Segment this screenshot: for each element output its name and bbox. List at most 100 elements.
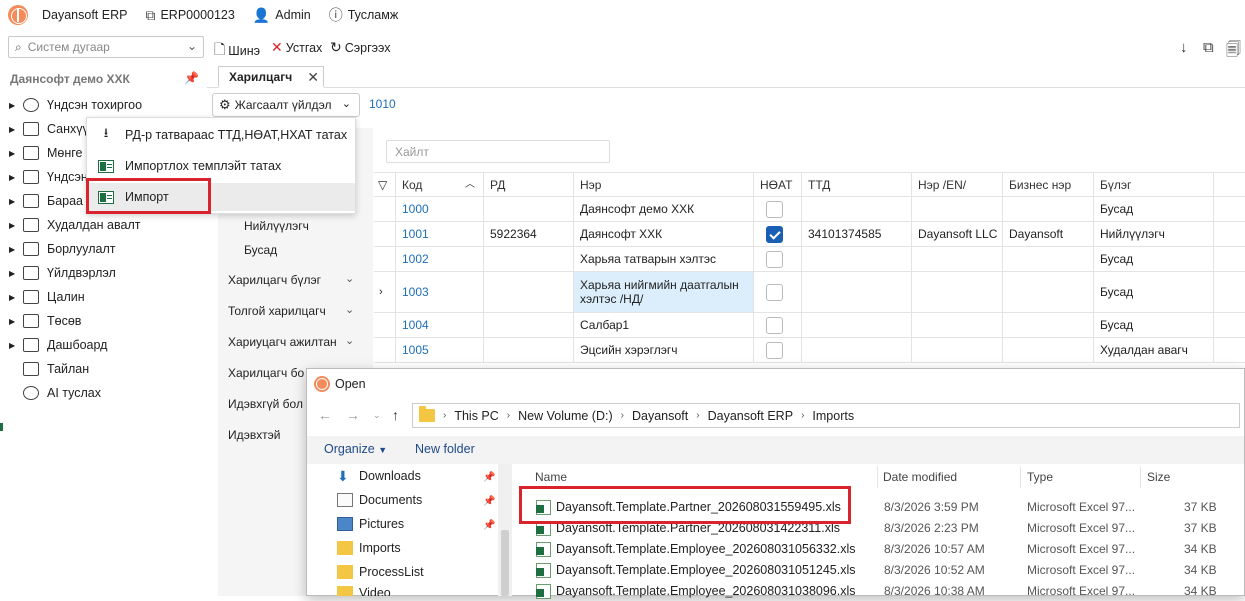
cell-code[interactable]: 1003	[396, 272, 484, 312]
sidebar-item-production[interactable]: ▶ Үйлдвэрлэл	[0, 262, 116, 284]
expand-arrow-icon[interactable]: ▶	[9, 245, 17, 254]
pin-icon[interactable]: 📌	[483, 520, 495, 531]
table-row[interactable]: 1004 Салбар1 Бусад	[374, 313, 1245, 338]
tab-partner[interactable]: Харилцагч ✕	[218, 66, 324, 88]
column-header-rd[interactable]: РД	[484, 173, 574, 196]
filter-group[interactable]: Толгой харилцагч	[228, 304, 326, 318]
filter-icon[interactable]: ▽	[374, 173, 396, 196]
vat-checkbox[interactable]	[766, 250, 783, 268]
expand-arrow-icon[interactable]: ▶	[9, 101, 17, 110]
filter-group[interactable]: Хариуцагч ажилтан	[228, 335, 337, 349]
vat-checkbox[interactable]	[766, 283, 783, 301]
user-menu[interactable]: 👤 Admin	[253, 7, 311, 24]
recent-chevron-icon[interactable]: ⌄	[373, 410, 381, 421]
cell-code[interactable]: 1005	[396, 338, 484, 362]
forward-arrow-icon[interactable]: →	[346, 407, 360, 423]
paste-doc-icon[interactable]: 🗐	[1226, 39, 1241, 64]
sidebar-item-settings[interactable]: ▶ Үндсэн тохиргоо	[0, 94, 142, 116]
cell-code[interactable]: 1001	[396, 222, 484, 246]
new-button[interactable]: 🗋 Шинэ	[214, 39, 260, 63]
sidebar-item-purchase[interactable]: ▶ Худалдан авалт	[0, 214, 140, 236]
column-header-code[interactable]: Код ︿	[396, 173, 484, 196]
menu-item-download-template[interactable]: Импортлох темплэйт татах	[87, 152, 355, 180]
nav-item-processlist[interactable]: ProcessList	[337, 565, 424, 579]
chevron-down-icon[interactable]: ⌄	[345, 272, 354, 285]
column-header-name[interactable]: Name	[535, 470, 567, 484]
organize-button[interactable]: Organize ▼	[324, 442, 387, 456]
expand-arrow-icon[interactable]: ▶	[9, 221, 17, 230]
nav-item-imports[interactable]: Imports	[337, 541, 401, 555]
breadcrumb-item[interactable]: Imports	[812, 409, 854, 423]
vat-checkbox[interactable]	[766, 225, 783, 243]
sidebar-item-finance[interactable]: ▶ Санхүү	[0, 118, 89, 140]
expand-arrow-icon[interactable]: ▶	[9, 173, 17, 182]
filter-group[interactable]: Идэвхгүй бол	[228, 397, 303, 411]
chevron-down-icon[interactable]: ⌄	[345, 303, 354, 316]
column-header-name[interactable]: Нэр	[574, 173, 754, 196]
breadcrumb-item[interactable]: Dayansoft	[632, 409, 688, 423]
pin-icon[interactable]: 📌	[483, 496, 495, 507]
filter-sub-item[interactable]: Бусад	[244, 243, 277, 257]
expand-arrow-icon[interactable]: ▶	[9, 269, 17, 278]
list-actions-button[interactable]: ⚙ Жагсаалт үйлдэл ⌄	[212, 93, 360, 117]
row-expand-icon[interactable]: ›	[374, 272, 396, 312]
app-name[interactable]: Dayansoft ERP	[42, 8, 127, 22]
cell-code[interactable]: 1002	[396, 247, 484, 271]
expand-arrow-icon[interactable]: ▶	[9, 149, 17, 158]
nav-item-downloads[interactable]: ⬇ Downloads	[337, 469, 421, 483]
filter-group[interactable]: Харилцагч бо	[228, 366, 304, 380]
cell-code[interactable]: 1004	[396, 313, 484, 337]
breadcrumb-item[interactable]: Dayansoft ERP	[708, 409, 793, 423]
table-row[interactable]: 1002 Харьяа татварын хэлтэс Бусад	[374, 247, 1245, 272]
expand-arrow-icon[interactable]: ▶	[9, 317, 17, 326]
breadcrumb-item[interactable]: This PC	[454, 409, 498, 423]
download-icon[interactable]: ↓	[1180, 39, 1188, 56]
sidebar-item-report[interactable]: ▶Тайлан	[0, 358, 89, 380]
grid-search-input[interactable]: Хайлт	[386, 140, 610, 163]
pin-icon[interactable]: 📌	[184, 71, 199, 85]
app-logo-icon[interactable]	[8, 5, 28, 25]
close-icon[interactable]: ✕	[307, 69, 319, 86]
help-menu[interactable]: ⓘ Тусламж	[329, 5, 399, 25]
chevron-down-icon[interactable]: ⌄	[187, 39, 197, 53]
nav-item-documents[interactable]: Documents	[337, 493, 422, 507]
filter-group[interactable]: Харилцагч бүлэг	[228, 273, 321, 287]
nav-item-video[interactable]: Video	[337, 586, 391, 596]
copy-doc-icon[interactable]: ⧉	[1203, 39, 1214, 56]
vat-checkbox[interactable]	[766, 200, 783, 218]
expand-arrow-icon[interactable]: ▶	[9, 197, 17, 206]
sidebar-item-dashboard[interactable]: ▶ Дашбоард	[0, 334, 107, 356]
column-header-date[interactable]: Date modified	[883, 470, 957, 484]
column-header-type[interactable]: Type	[1027, 470, 1053, 484]
column-header-size[interactable]: Size	[1147, 470, 1170, 484]
address-bar[interactable]: › This PC › New Volume (D:) › Dayansoft …	[412, 403, 1240, 428]
chevron-down-icon[interactable]: ⌄	[345, 334, 354, 347]
delete-button[interactable]: ✕ Устгах	[271, 39, 322, 56]
doc-code-item[interactable]: ⧉ ERP0000123	[145, 7, 234, 24]
column-header-group[interactable]: Бүлэг	[1094, 173, 1214, 196]
filter-sub-item[interactable]: Нийлүүлэгч	[244, 219, 309, 233]
refresh-button[interactable]: ↻ Сэргээх	[330, 39, 391, 56]
column-header-vat[interactable]: НӨАТ	[754, 173, 802, 196]
table-row[interactable]: 1005 Эцсийн хэрэглэгч Худалдан авагч	[374, 338, 1245, 363]
expand-arrow-icon[interactable]: ▶	[9, 293, 17, 302]
sidebar-item-budget[interactable]: ▶ Төсөв	[0, 310, 81, 332]
sidebar-item-goods[interactable]: ▶ Бараа	[0, 190, 83, 212]
sidebar-item-ai[interactable]: ▶AI туслах	[0, 382, 101, 404]
record-count[interactable]: 1010	[369, 97, 396, 111]
table-row[interactable]: › 1003 Харьяа нийгмийн даатгалын хэлтэс …	[374, 272, 1245, 313]
table-row[interactable]: 1001 5922364 Даянсофт ХХК 34101374585 Da…	[374, 222, 1245, 247]
sidebar-item-money[interactable]: ▶ Мөнге	[0, 142, 83, 164]
breadcrumb-item[interactable]: New Volume (D:)	[518, 409, 612, 423]
expand-arrow-icon[interactable]: ▶	[9, 125, 17, 134]
menu-item-fetch-tax[interactable]: ⭳ РД-р татвараас ТТД,НӨАТ,НХАТ татах	[87, 121, 355, 149]
vat-checkbox[interactable]	[766, 316, 783, 334]
sidebar-item-assets[interactable]: ▶ Үндсэн	[0, 166, 88, 188]
table-row[interactable]: 1000 Даянсофт демо ХХК Бусад	[374, 197, 1245, 222]
up-arrow-icon[interactable]: ↑	[392, 407, 399, 423]
column-header-ttd[interactable]: ТТД	[802, 173, 912, 196]
pin-icon[interactable]: 📌	[483, 472, 495, 483]
column-header-biz[interactable]: Бизнес нэр	[1003, 173, 1094, 196]
cell-code[interactable]: 1000	[396, 197, 484, 221]
nav-pane-scrollbar-thumb[interactable]	[501, 530, 509, 596]
